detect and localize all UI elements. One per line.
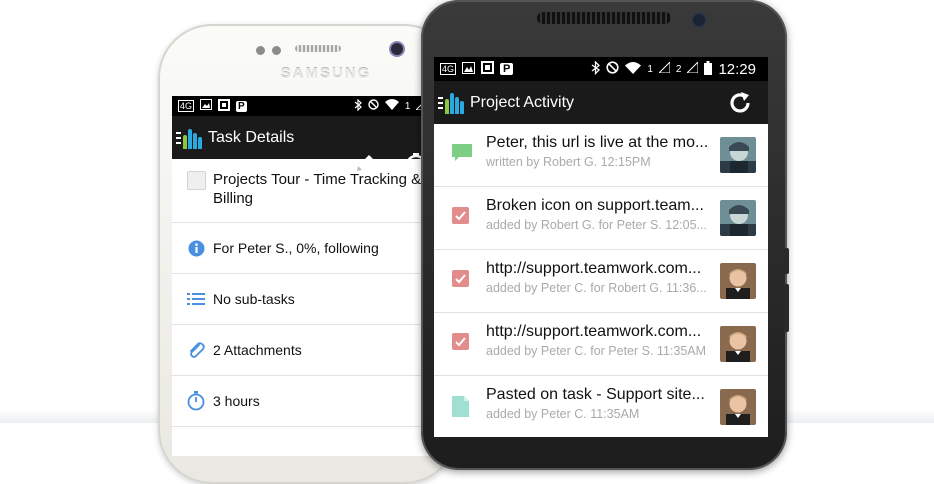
task-check-icon — [452, 207, 469, 224]
page-title: Project Activity — [470, 93, 575, 111]
project-activity-screen: 4G P 1 2 12:29 Project Activity Peter, t… — [434, 57, 768, 437]
avatar — [720, 137, 756, 173]
comment-icon — [452, 144, 472, 167]
task-check-icon — [452, 333, 469, 350]
avatar — [720, 200, 756, 236]
list-item[interactable]: Pasted on task - Support site... added b… — [434, 376, 768, 437]
menu-icon[interactable] — [176, 131, 181, 144]
activity-meta: added by Peter C. 11:35AM — [486, 407, 640, 421]
assignee-row[interactable]: For Peter S., 0%, following — [172, 223, 444, 274]
front-camera — [693, 14, 705, 26]
sim2-signal-icon — [686, 60, 699, 76]
list-item[interactable]: http://support.teamwork.com... added by … — [434, 250, 768, 313]
app-notification-icon — [481, 61, 495, 77]
image-icon — [200, 99, 213, 113]
nexus-phone: 4G P 1 2 12:29 Project Activity Peter, t… — [421, 0, 789, 470]
volume-button — [784, 248, 789, 274]
subtasks-row[interactable]: No sub-tasks — [172, 274, 444, 325]
time-logged-row[interactable]: 3 hours — [172, 376, 444, 427]
list-item[interactable]: Peter, this url is live at the mo... wri… — [434, 124, 768, 187]
subtasks-label: No sub-tasks — [213, 291, 295, 307]
do-not-disturb-icon — [368, 99, 379, 113]
avatar — [720, 263, 756, 299]
status-bar: 4G P 1 2 — [434, 57, 768, 81]
task-title: Projects Tour - Time Tracking & Billing — [213, 171, 422, 207]
app-notification-icon — [218, 98, 231, 114]
front-camera — [391, 43, 403, 55]
network-4g-icon: 4G — [440, 63, 457, 75]
file-icon — [452, 396, 469, 422]
assignee-label: For Peter S., 0%, following — [213, 240, 379, 256]
task-details-screen: 4G P 1 2 — [172, 96, 444, 456]
avatar — [720, 389, 756, 425]
image-icon — [462, 61, 476, 77]
activity-title: http://support.teamwork.com... — [486, 260, 702, 277]
wifi-icon — [384, 99, 399, 113]
paperclip-icon — [185, 341, 207, 359]
task-check-icon — [452, 270, 469, 287]
activity-meta: written by Robert G. 12:15PM — [486, 155, 651, 169]
teamwork-logo — [183, 127, 202, 149]
sim1-signal-label: 1 — [404, 100, 411, 112]
stopwatch-icon — [185, 391, 207, 411]
list-icon — [185, 292, 207, 306]
attachments-row[interactable]: 2 Attachments — [172, 325, 444, 376]
bluetooth-icon — [591, 59, 601, 78]
wifi-icon — [625, 61, 642, 77]
sim1-signal-label: 1 — [647, 63, 653, 75]
refresh-icon[interactable] — [728, 91, 752, 120]
earpiece-speaker — [295, 45, 341, 52]
teamwork-logo — [445, 92, 464, 114]
activity-meta: added by Peter C. for Peter S. 11:35AM — [486, 344, 707, 358]
earpiece-speaker — [537, 12, 671, 24]
activity-list: Peter, this url is live at the mo... wri… — [434, 124, 768, 437]
sim1-signal-icon — [657, 60, 671, 76]
time-logged-label: 3 hours — [213, 393, 260, 409]
power-button — [784, 284, 789, 332]
task-checkbox[interactable] — [185, 171, 207, 190]
info-icon — [185, 240, 207, 257]
app-bar: Task Details — [172, 116, 444, 176]
sensor-dot — [256, 46, 265, 55]
activity-title: http://support.teamwork.com... — [486, 323, 702, 340]
sim2-signal-label: 2 — [675, 63, 682, 75]
activity-title: Broken icon on support.team... — [486, 197, 704, 214]
list-item[interactable]: Broken icon on support.team... added by … — [434, 187, 768, 250]
list-item[interactable]: http://support.teamwork.com... added by … — [434, 313, 768, 376]
brand-label: SAMSUNG — [280, 65, 372, 82]
app-bar: Project Activity — [434, 81, 768, 124]
bluetooth-icon — [354, 98, 362, 114]
attachments-label: 2 Attachments — [213, 342, 302, 358]
do-not-disturb-icon — [606, 61, 619, 77]
page-title: Task Details — [208, 128, 295, 146]
p-app-icon: P — [236, 100, 247, 112]
status-bar: 4G P 1 2 — [172, 96, 444, 116]
samsung-phone: SAMSUNG 4G P 1 2 — [158, 24, 458, 484]
task-title-row[interactable]: Projects Tour - Time Tracking & Billing — [172, 159, 444, 223]
activity-title: Pasted on task - Support site... — [486, 386, 705, 403]
menu-icon[interactable] — [438, 96, 443, 109]
activity-title: Peter, this url is live at the mo... — [486, 134, 709, 151]
status-clock: 12:29 — [718, 60, 756, 78]
sensor-dot — [272, 46, 281, 55]
activity-meta: added by Peter C. for Robert G. 11:36... — [486, 281, 707, 295]
activity-meta: added by Robert G. for Peter S. 12:05... — [486, 218, 707, 232]
avatar — [720, 326, 756, 362]
p-app-icon: P — [500, 63, 514, 75]
battery-icon — [704, 60, 713, 78]
network-4g-icon: 4G — [178, 100, 195, 112]
